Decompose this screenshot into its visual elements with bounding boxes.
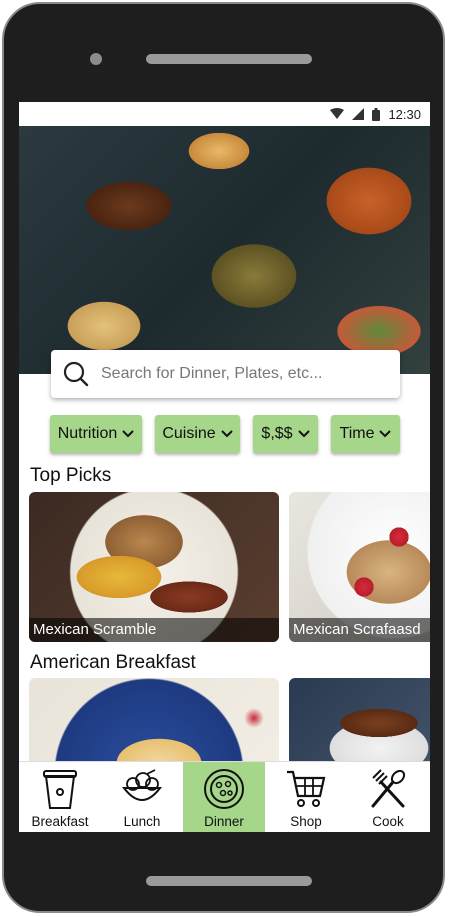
nav-item-label: Lunch [123, 814, 161, 829]
filter-cuisine[interactable]: Cuisine [155, 415, 240, 453]
signal-icon [352, 108, 365, 120]
coffee-cup-icon [43, 770, 77, 809]
home-indicator[interactable] [146, 876, 312, 886]
nav-item-label: Shop [290, 814, 322, 829]
nav-item-breakfast[interactable]: Breakfast [19, 762, 101, 832]
status-bar: 12:30 [19, 102, 430, 126]
status-time: 12:30 [388, 106, 421, 122]
nav-item-dinner[interactable]: Dinner [183, 762, 265, 832]
nav-item-cook[interactable]: Cook [347, 762, 429, 832]
chevron-down-icon [220, 430, 233, 438]
wifi-icon [330, 108, 345, 119]
search-icon [63, 361, 89, 387]
utensils-icon [371, 769, 406, 808]
filter-time[interactable]: Time [331, 415, 400, 453]
battery-icon [372, 107, 381, 121]
chevron-down-icon [379, 430, 392, 438]
search-input[interactable] [99, 364, 373, 384]
camera-icon [90, 53, 102, 65]
filter-label: Time [339, 425, 375, 442]
filter-bar: Nutrition Cuisine $,$$ Time [50, 415, 400, 453]
recipe-card[interactable]: Mexican Scrafaasd [289, 492, 430, 642]
recipe-card-label: Mexican Scrafaasd [289, 618, 430, 642]
dinner-plate-icon [204, 769, 244, 809]
section-title-top-picks: Top Picks [30, 465, 112, 486]
nav-item-label: Dinner [204, 814, 244, 829]
nav-item-label: Breakfast [31, 814, 89, 829]
filter-label: Nutrition [57, 425, 118, 442]
recipe-card-label: Mexican Scramble [29, 618, 279, 642]
bottom-navigation: Breakfast Lunch Dinner Shop Cook [19, 761, 430, 832]
search-bar[interactable] [51, 350, 400, 398]
hero-food-image [19, 126, 430, 374]
nav-item-shop[interactable]: Shop [265, 762, 347, 832]
filter-nutrition[interactable]: Nutrition [50, 415, 142, 453]
section-title-american-breakfast: American Breakfast [30, 652, 196, 673]
nav-item-lunch[interactable]: Lunch [101, 762, 183, 832]
app-screen: 12:30 Nutrition Cuisine $,$$ Time Top Pi… [19, 102, 430, 832]
filter-price[interactable]: $,$$ [253, 415, 318, 453]
shopping-cart-icon [287, 770, 326, 807]
speaker-grille [146, 54, 312, 64]
chevron-down-icon [122, 430, 134, 438]
salad-bowl-icon [121, 769, 163, 801]
recipe-card[interactable]: Mexican Scramble [29, 492, 279, 642]
filter-label: $,$$ [261, 425, 293, 442]
chevron-down-icon [297, 430, 310, 438]
nav-item-label: Cook [372, 814, 404, 829]
filter-label: Cuisine [162, 425, 216, 442]
